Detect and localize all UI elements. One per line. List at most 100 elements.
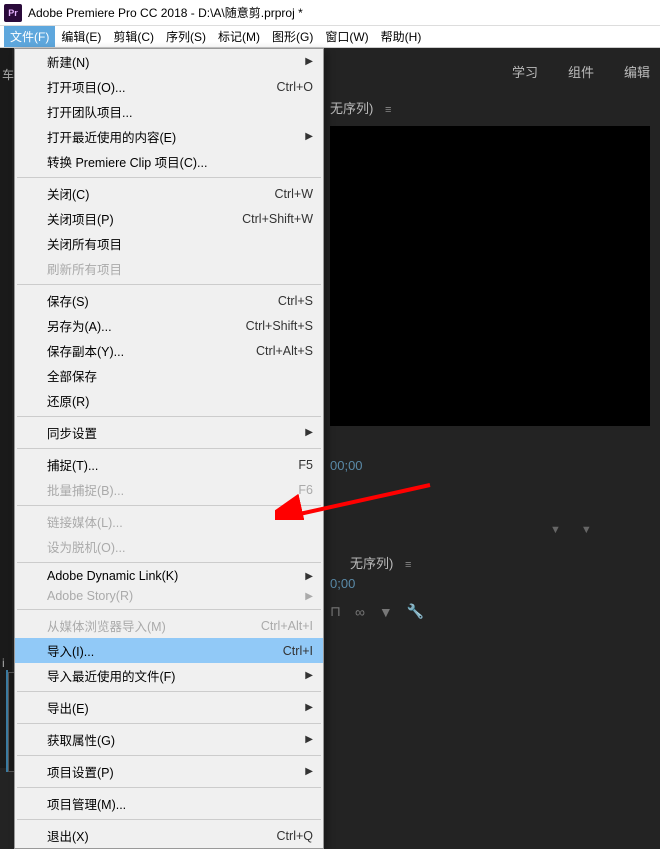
menu-separator <box>17 787 321 788</box>
menu-separator <box>17 448 321 449</box>
menu-item-2[interactable]: 打开团队项目... <box>15 99 323 124</box>
menu-item-shortcut: Ctrl+Q <box>277 829 313 843</box>
tab-assembly[interactable]: 组件 <box>568 62 594 81</box>
menu-item-32[interactable]: 导出(E)▶ <box>15 695 323 720</box>
menu-help[interactable]: 帮助(H) <box>375 26 428 47</box>
submenu-arrow-icon: ▶ <box>305 766 313 777</box>
menu-separator <box>17 177 321 178</box>
marker-icon[interactable]: ▼ <box>550 524 561 536</box>
menu-separator <box>17 416 321 417</box>
snap-icon[interactable]: ⊓ <box>330 603 341 620</box>
menu-item-19[interactable]: 捕捉(T)... F5 <box>15 452 323 477</box>
app-icon: Pr <box>4 4 22 22</box>
menu-item-6[interactable]: 关闭(C)Ctrl+W <box>15 181 323 206</box>
program-timecode: 00;00 <box>330 458 363 473</box>
menu-item-label: 转换 Premiere Clip 项目(C)... <box>47 152 313 171</box>
menu-item-17[interactable]: 同步设置▶ <box>15 420 323 445</box>
menu-item-label: 打开团队项目... <box>47 102 313 121</box>
submenu-arrow-icon: ▶ <box>305 571 313 582</box>
menu-item-label: 捕捉(T)... <box>47 455 278 474</box>
menu-item-29[interactable]: 导入(I)... Ctrl+I <box>15 638 323 663</box>
menu-item-14[interactable]: 全部保存 <box>15 363 323 388</box>
menu-item-9: 刷新所有项目 <box>15 256 323 281</box>
menu-item-4[interactable]: 转换 Premiere Clip 项目(C)... <box>15 149 323 174</box>
menu-item-25[interactable]: Adobe Dynamic Link(K)▶ <box>15 566 323 586</box>
menu-item-0[interactable]: 新建(N)▶ <box>15 49 323 74</box>
menu-item-1[interactable]: 打开项目(O)... Ctrl+O <box>15 74 323 99</box>
menu-item-shortcut: Ctrl+Shift+S <box>246 319 313 333</box>
menu-item-34[interactable]: 获取属性(G)▶ <box>15 727 323 752</box>
menu-item-12[interactable]: 另存为(A)... Ctrl+Shift+S <box>15 313 323 338</box>
menu-item-label: Adobe Story(R) <box>47 589 313 603</box>
menu-item-label: 导出(E) <box>47 698 313 717</box>
menu-separator <box>17 284 321 285</box>
menu-item-label: 项目管理(M)... <box>47 794 313 813</box>
menu-edit[interactable]: 编辑(E) <box>55 26 107 47</box>
link-icon[interactable]: ∞ <box>355 604 365 620</box>
menu-graphics[interactable]: 图形(G) <box>266 26 319 47</box>
menu-item-7[interactable]: 关闭项目(P)Ctrl+Shift+W <box>15 206 323 231</box>
menu-item-shortcut: Ctrl+I <box>283 644 313 658</box>
window-title: Adobe Premiere Pro CC 2018 - D:\A\随意剪.pr… <box>28 4 303 21</box>
marker-icon[interactable]: ▼ <box>581 524 592 536</box>
menu-sequence[interactable]: 序列(S) <box>160 26 212 47</box>
menu-item-28: 从媒体浏览器导入(M)Ctrl+Alt+I <box>15 613 323 638</box>
menu-item-36[interactable]: 项目设置(P)▶ <box>15 759 323 784</box>
menu-item-label: 导入最近使用的文件(F) <box>47 666 313 685</box>
menu-item-40[interactable]: 退出(X) Ctrl+Q <box>15 823 323 848</box>
menu-item-label: 同步设置 <box>47 423 313 442</box>
menu-item-13[interactable]: 保存副本(Y)...Ctrl+Alt+S <box>15 338 323 363</box>
panel-menu-icon[interactable]: ≡ <box>385 104 391 116</box>
menu-item-shortcut: Ctrl+Alt+S <box>256 344 313 358</box>
submenu-arrow-icon: ▶ <box>305 591 313 602</box>
panel-menu-icon[interactable]: ≡ <box>405 559 411 571</box>
submenu-arrow-icon: ▶ <box>305 131 313 142</box>
file-dropdown: 新建(N)▶打开项目(O)...Ctrl+O打开团队项目...打开最近使用的内容… <box>14 48 324 849</box>
menu-item-label: 链接媒体(L)... <box>47 512 313 531</box>
menu-item-shortcut: Ctrl+O <box>277 80 313 94</box>
menu-separator <box>17 562 321 563</box>
timeline-timecode: 0;00 <box>330 576 355 591</box>
workspace-tabs: 学习 组件 编辑 <box>512 62 650 81</box>
menu-window[interactable]: 窗口(W) <box>319 26 374 47</box>
menu-item-shortcut: Ctrl+S <box>278 294 313 308</box>
menu-item-label: 另存为(A)... <box>47 316 226 335</box>
menu-item-label: 还原(R) <box>47 391 313 410</box>
menu-separator <box>17 691 321 692</box>
titlebar: Pr Adobe Premiere Pro CC 2018 - D:\A\随意剪… <box>0 0 660 26</box>
menu-item-15[interactable]: 还原(R) <box>15 388 323 413</box>
menu-item-label: 打开项目(O)... <box>47 77 257 96</box>
menu-item-11[interactable]: 保存(S)Ctrl+S <box>15 288 323 313</box>
menu-item-38[interactable]: 项目管理(M)... <box>15 791 323 816</box>
submenu-arrow-icon: ▶ <box>305 670 313 681</box>
menu-item-shortcut: Ctrl+Alt+I <box>261 619 313 633</box>
submenu-arrow-icon: ▶ <box>305 427 313 438</box>
menu-item-label: 关闭项目(P) <box>47 209 222 228</box>
program-monitor <box>330 126 650 426</box>
menu-item-label: Adobe Dynamic Link(K) <box>47 569 313 583</box>
wrench-icon[interactable]: 🔧 <box>407 603 424 620</box>
menu-clip[interactable]: 剪辑(C) <box>107 26 160 47</box>
menu-item-label: 项目设置(P) <box>47 762 313 781</box>
side-letter-top: 车 <box>2 66 14 83</box>
menu-item-shortcut: F5 <box>298 458 313 472</box>
menu-item-26: Adobe Story(R)▶ <box>15 586 323 606</box>
menu-item-label: 导入(I)... <box>47 641 263 660</box>
tab-edit[interactable]: 编辑 <box>624 62 650 81</box>
menu-item-8[interactable]: 关闭所有项目 <box>15 231 323 256</box>
submenu-arrow-icon: ▶ <box>305 734 313 745</box>
timeline-panel-title: 无序列) ≡ <box>350 553 411 572</box>
menu-item-30[interactable]: 导入最近使用的文件(F)▶ <box>15 663 323 688</box>
menu-item-label: 新建(N) <box>47 52 313 71</box>
marker-tool-icon[interactable]: ▼ <box>379 604 393 620</box>
menu-item-label: 退出(X) <box>47 826 257 845</box>
menu-file[interactable]: 文件(F) <box>4 26 55 47</box>
menu-item-22: 链接媒体(L)... <box>15 509 323 534</box>
menu-item-3[interactable]: 打开最近使用的内容(E)▶ <box>15 124 323 149</box>
menu-marker[interactable]: 标记(M) <box>212 26 266 47</box>
menu-separator <box>17 755 321 756</box>
menu-separator <box>17 723 321 724</box>
menu-item-label: 关闭所有项目 <box>47 234 313 253</box>
tab-learn[interactable]: 学习 <box>512 62 538 81</box>
menu-item-20: 批量捕捉(B)...F6 <box>15 477 323 502</box>
